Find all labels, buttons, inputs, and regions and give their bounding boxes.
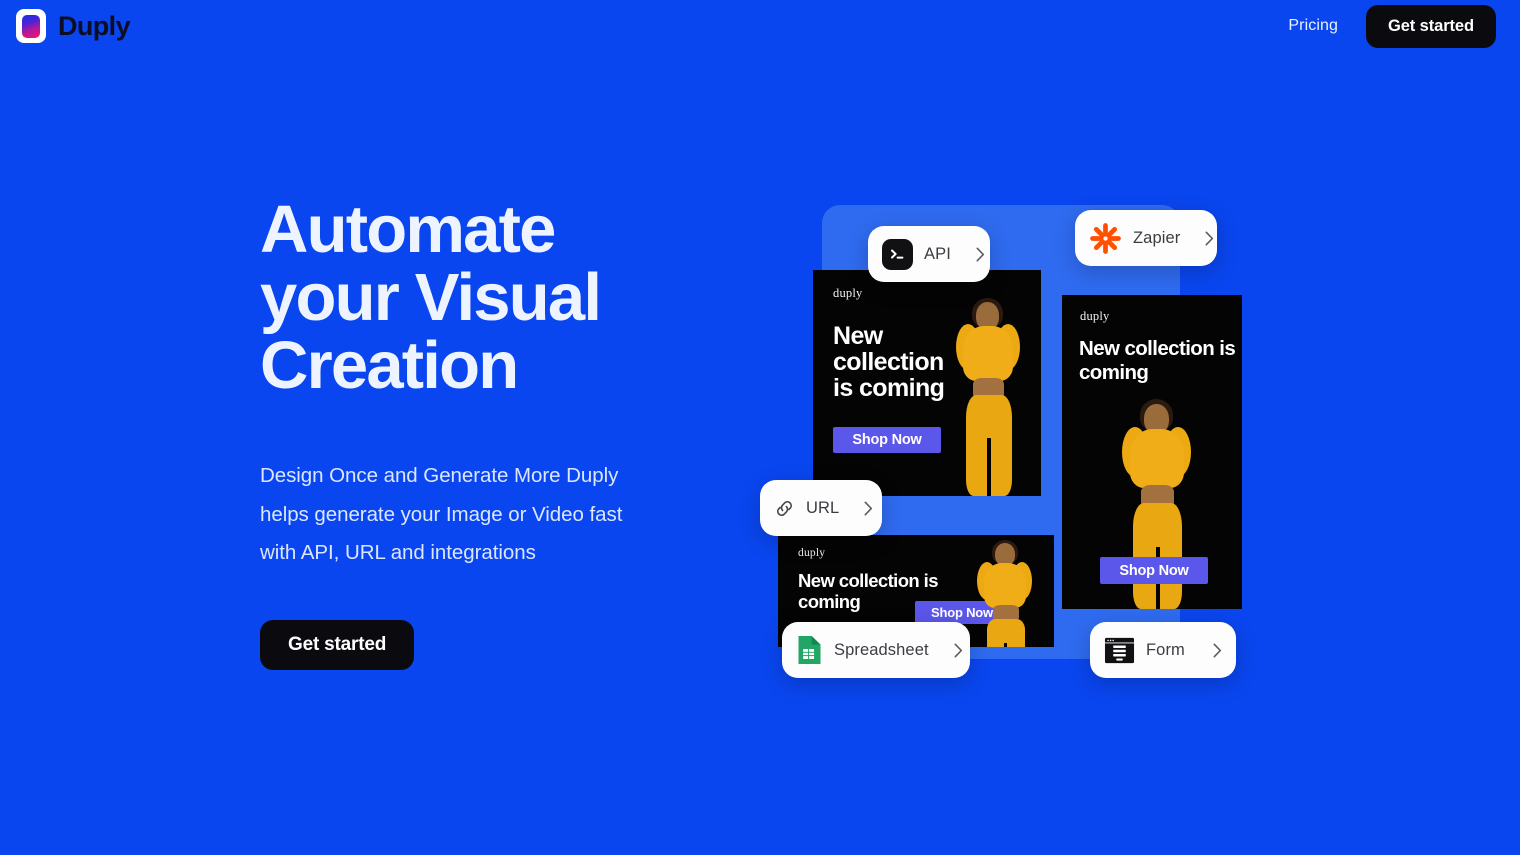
integration-pill-label: Form [1146,640,1185,659]
integration-pill-zapier[interactable]: Zapier [1075,210,1217,266]
model-leg-split [1004,643,1007,647]
integration-pill-label: URL [806,498,840,517]
integration-pill-label: Zapier [1133,228,1181,247]
spreadsheet-icon [796,634,823,666]
brand-name: Duply [58,10,131,41]
model-top [1130,429,1184,488]
creative-headline: New collection is coming [1079,337,1236,384]
primary-navigation: Pricing Get started [1288,4,1496,48]
integration-pill-spreadsheet[interactable]: Spreadsheet [782,622,970,678]
chevron-right-icon [940,643,963,658]
chevron-right-icon [1199,643,1222,658]
hero-title-line-3: Creation [260,328,519,403]
ad-creative-portrait[interactable]: duply New collection is coming Shop Now [1062,295,1242,609]
creative-shop-now-button[interactable]: Shop Now [1100,557,1208,584]
zapier-icon [1089,222,1122,255]
model-top [984,563,1026,608]
site-header: Duply Pricing Get started [0,0,1520,52]
integrations-collage: duply New collection is coming Shop Now … [760,190,1260,700]
chevron-right-icon [962,247,985,262]
hero-title-line-1: Automate [260,192,556,267]
form-icon [1104,635,1135,666]
ad-creative-landscape[interactable]: duply New collection is coming Shop Now [813,270,1041,496]
creative-brand-label: duply [833,286,863,300]
page-title: Automate your Visual Creation [260,196,780,400]
integration-pill-form[interactable]: Form [1090,622,1236,678]
hero-title-line-2: your Visual [260,260,602,335]
creative-shop-now-button[interactable]: Shop Now [833,427,941,453]
creative-brand-label: duply [1080,309,1110,323]
model-top [963,326,1013,381]
nav-link-pricing[interactable]: Pricing [1288,17,1338,35]
header-get-started-button[interactable]: Get started [1365,4,1496,48]
terminal-icon [882,238,913,270]
hero-get-started-button[interactable]: Get started [260,619,415,670]
model-illustration [936,298,1041,496]
integration-pill-api[interactable]: API [868,226,990,282]
model-leg-split [987,438,991,496]
model-illustration [960,540,1050,647]
integration-pill-label: API [924,244,951,263]
creative-brand-label: duply [798,547,826,559]
duply-logo-gradient [22,14,40,38]
chevron-right-icon [850,501,873,516]
hero-subtitle: Design Once and Generate More Duply help… [260,464,623,564]
integration-pill-url[interactable]: URL [760,480,882,536]
hero-content: Automate your Visual Creation Design Onc… [260,196,780,670]
integration-pill-label: Spreadsheet [834,640,929,659]
duply-logo-icon [16,9,46,43]
chevron-right-icon [1191,231,1214,246]
link-icon [774,498,795,519]
brand-logo-link[interactable]: Duply [16,9,131,43]
